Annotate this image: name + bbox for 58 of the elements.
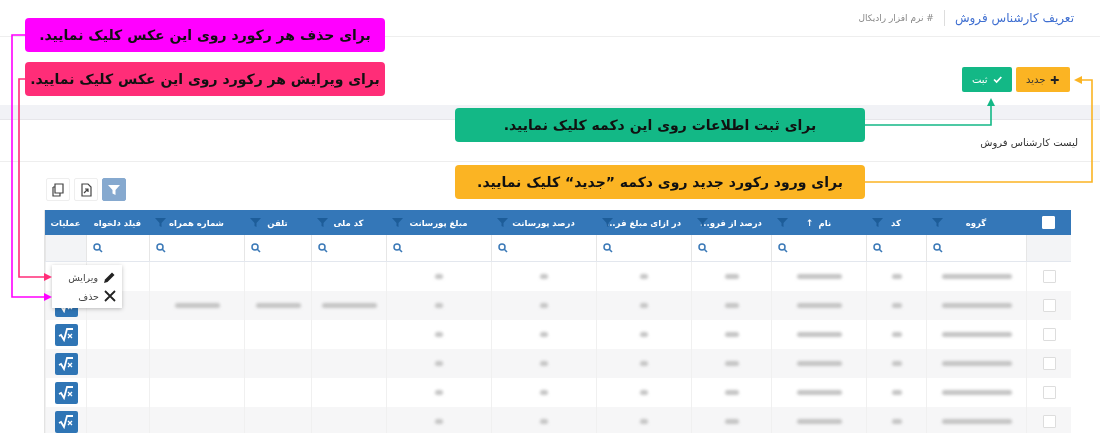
search-icon[interactable] — [873, 243, 883, 253]
delete-menu-item[interactable]: حذف — [52, 287, 122, 305]
column-header[interactable]: شماره همراه — [169, 217, 224, 228]
column-header[interactable]: درصد پورسانت — [512, 217, 575, 228]
search-icon[interactable] — [93, 243, 103, 253]
column-header[interactable]: درصد از فرو... — [700, 217, 762, 228]
radical-icon — [58, 385, 74, 400]
column-header[interactable]: تلفن — [267, 217, 288, 228]
search-icon[interactable] — [778, 243, 788, 253]
export-button[interactable] — [74, 178, 98, 201]
search-icon[interactable] — [498, 243, 508, 253]
column-header[interactable]: کد — [891, 217, 901, 228]
radical-icon — [58, 414, 74, 429]
search-icon[interactable] — [393, 243, 403, 253]
columns-button[interactable] — [46, 178, 70, 201]
page-title: تعریف کارشناس فروش — [954, 11, 1074, 25]
callout-note: برای ورود رکورد جدید روی دکمه ”جدید“ کلیک نمایید. — [455, 165, 865, 199]
column-header[interactable]: کد ملی — [333, 217, 364, 228]
row-checkbox[interactable] — [1042, 386, 1056, 399]
radical-icon — [58, 356, 74, 371]
column-header[interactable]: عملیات — [50, 217, 81, 228]
row-actions-button[interactable] — [54, 381, 78, 404]
search-icon[interactable] — [933, 243, 943, 253]
column-header[interactable]: فیلد دلخواه — [93, 217, 142, 228]
radical-icon — [58, 327, 74, 342]
row-checkbox[interactable] — [1042, 328, 1056, 341]
new-button[interactable]: جدید — [1016, 67, 1070, 92]
pencil-icon — [103, 271, 116, 284]
edit-menu-item[interactable]: ویرایش — [52, 268, 122, 287]
row-actions-button[interactable] — [54, 323, 78, 346]
select-all-checkbox[interactable] — [1042, 216, 1055, 229]
column-header[interactable]: گروه — [965, 217, 987, 228]
filter-button[interactable] — [102, 178, 126, 201]
plus-icon — [1050, 73, 1060, 86]
row-actions-button[interactable] — [54, 410, 78, 433]
callout-note: برای حذف هر رکورد روی این عکس کلیک نمایید. — [25, 18, 385, 52]
breadcrumb[interactable]: # نرم افزار رادیکال — [858, 13, 934, 23]
row-checkbox[interactable] — [1042, 357, 1056, 370]
search-icon[interactable] — [251, 243, 261, 253]
filter-icon — [107, 182, 121, 197]
sort-arrow[interactable]: ↑ — [805, 217, 814, 228]
copy-icon — [51, 182, 65, 197]
row-checkbox[interactable] — [1042, 299, 1056, 312]
close-icon — [104, 290, 116, 302]
file-export-icon — [79, 182, 93, 197]
search-icon[interactable] — [156, 243, 166, 253]
row-checkbox[interactable] — [1042, 270, 1056, 283]
search-icon[interactable] — [603, 243, 613, 253]
search-icon[interactable] — [318, 243, 328, 253]
save-button[interactable]: ثبت — [962, 67, 1012, 92]
column-header[interactable]: نام — [818, 217, 832, 228]
column-header[interactable]: مبلغ پورسانت — [409, 217, 468, 228]
check-icon — [992, 74, 1002, 85]
row-actions-button[interactable] — [54, 352, 78, 375]
callout-note: برای ویرایش هر رکورد روی این عکس کلیک نمایید. — [25, 62, 385, 96]
search-icon[interactable] — [698, 243, 708, 253]
row-checkbox[interactable] — [1042, 415, 1056, 428]
callout-note: برای ثبت اطلاعات روی این دکمه کلیک نمایید. — [455, 108, 865, 142]
